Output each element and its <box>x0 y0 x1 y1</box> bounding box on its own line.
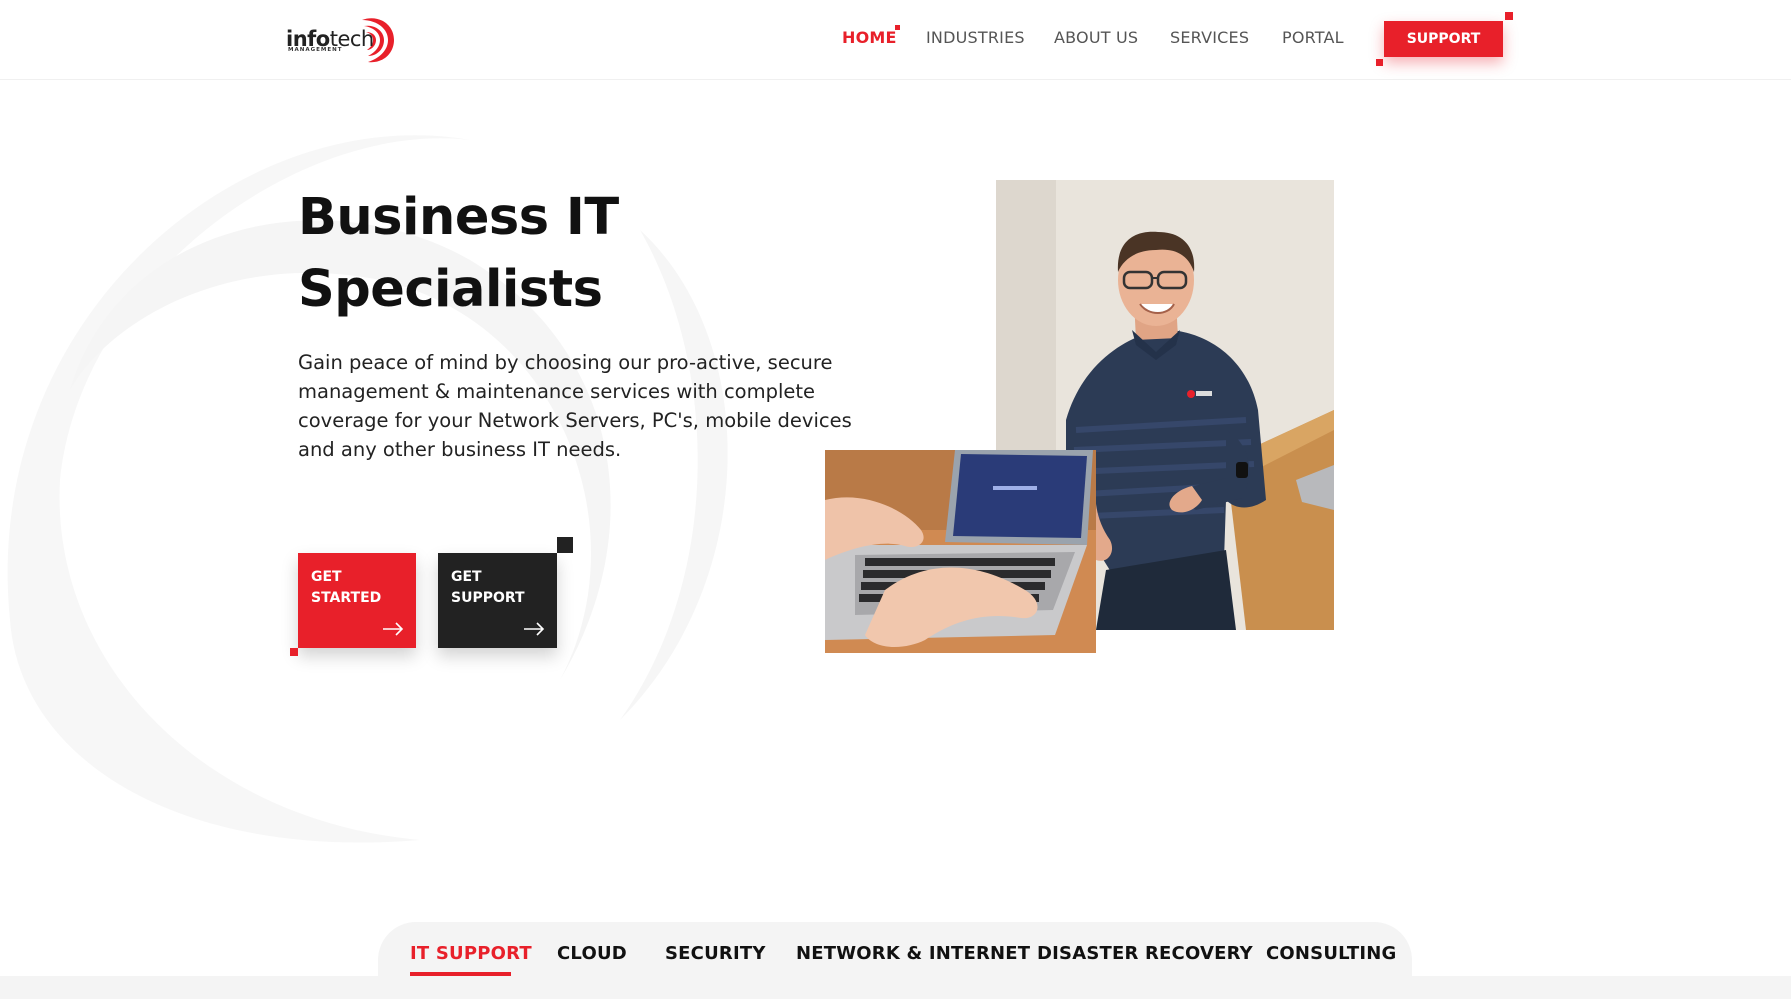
tab-active-underline <box>410 972 511 976</box>
support-corner-accent-bottom <box>1376 59 1383 66</box>
logo-wordmark: infotech <box>286 27 374 51</box>
get-started-label-line2: STARTED <box>311 590 382 606</box>
hero-title: Business IT Specialists <box>298 182 818 326</box>
nav-industries[interactable]: INDUSTRIES <box>926 28 1025 47</box>
arrow-right-icon <box>524 622 545 636</box>
tab-consulting[interactable]: CONSULTING <box>1266 943 1396 964</box>
header-support-button[interactable]: SUPPORT <box>1384 21 1503 57</box>
nav-active-dot <box>895 25 900 30</box>
hero-description: Gain peace of mind by choosing our pro-a… <box>298 351 852 461</box>
logo-text-tech: tech <box>329 27 375 51</box>
get-support-button[interactable]: GET SUPPORT <box>438 553 557 648</box>
get-started-corner-accent <box>290 648 298 656</box>
nav-home[interactable]: HOME <box>842 28 897 47</box>
nav-services[interactable]: SERVICES <box>1170 28 1249 47</box>
site-header: infotech MANAGEMENT HOME INDUSTRIES ABOU… <box>0 0 1791 80</box>
hero-photo-laptop <box>825 450 1096 653</box>
get-support-label-line1: GET <box>451 569 482 585</box>
get-support-label-line2: SUPPORT <box>451 590 525 606</box>
logo-text-info: info <box>286 27 330 51</box>
get-support-corner-accent <box>557 537 573 553</box>
hero-title-line1: Business IT <box>298 188 619 247</box>
laptop-illustration <box>825 450 1096 653</box>
get-started-label-line1: GET <box>311 569 342 585</box>
arrow-right-icon <box>383 622 404 636</box>
nav-about-us[interactable]: ABOUT US <box>1054 28 1138 47</box>
tab-it-support[interactable]: IT SUPPORT <box>410 943 532 964</box>
tab-disaster-recovery[interactable]: DISASTER RECOVERY <box>1037 943 1253 964</box>
infotech-logo[interactable]: infotech MANAGEMENT <box>286 14 396 64</box>
hero-title-line2: Specialists <box>298 260 603 319</box>
tab-network-internet[interactable]: NETWORK & INTERNET <box>796 943 1030 964</box>
tab-security[interactable]: SECURITY <box>665 943 766 964</box>
tab-cloud[interactable]: CLOUD <box>557 943 627 964</box>
nav-portal[interactable]: PORTAL <box>1282 28 1344 47</box>
support-corner-accent-top <box>1505 12 1513 20</box>
get-started-button[interactable]: GET STARTED <box>298 553 416 648</box>
